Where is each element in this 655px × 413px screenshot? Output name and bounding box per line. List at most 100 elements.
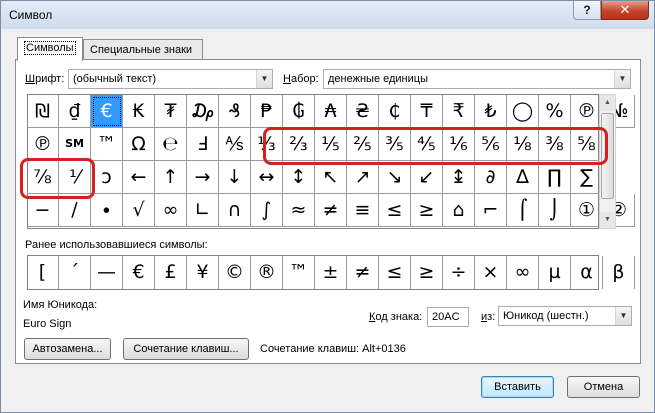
symbol-cell[interactable]: ↑: [155, 161, 187, 194]
symbol-cell[interactable]: ⅙: [443, 128, 475, 161]
symbol-cell[interactable]: ₴: [347, 95, 379, 128]
symbol-cell[interactable]: ∩: [219, 194, 251, 227]
symbol-cell[interactable]: ↗: [347, 161, 379, 194]
recent-symbol-cell[interactable]: ∞: [507, 256, 539, 289]
recent-symbol-cell[interactable]: ÷: [443, 256, 475, 289]
symbol-cell[interactable]: →: [187, 161, 219, 194]
cancel-button[interactable]: Отмена: [567, 376, 640, 398]
symbol-cell[interactable]: ⌐: [475, 194, 507, 227]
symbol-cell[interactable]: ↖: [315, 161, 347, 194]
recent-symbol-cell[interactable]: ©: [219, 256, 251, 289]
symbol-cell[interactable]: ₸: [411, 95, 443, 128]
recent-symbol-cell[interactable]: ×: [475, 256, 507, 289]
recent-symbol-cell[interactable]: ´: [59, 256, 91, 289]
symbol-cell[interactable]: √: [123, 194, 155, 227]
symbol-cell[interactable]: ↕: [283, 161, 315, 194]
symbol-cell[interactable]: %: [539, 95, 571, 128]
tab-special-characters[interactable]: Специальные знаки: [83, 39, 203, 61]
symbol-cell[interactable]: ₳: [315, 95, 347, 128]
symbol-cell[interactable]: ∟: [187, 194, 219, 227]
symbol-cell[interactable]: ⌂: [443, 194, 475, 227]
symbol-cell[interactable]: ≈: [283, 194, 315, 227]
symbol-cell[interactable]: ∫: [251, 194, 283, 227]
close-button[interactable]: ✕: [601, 1, 649, 20]
symbol-cell[interactable]: ™: [91, 128, 123, 161]
symbol-cell[interactable]: ∆: [507, 161, 539, 194]
code-source-select[interactable]: Юникод (шестн.) ▼: [498, 306, 632, 326]
symbol-cell[interactable]: ℗: [27, 128, 59, 161]
symbol-cell[interactable]: ₰: [219, 95, 251, 128]
symbol-cell[interactable]: Ω: [123, 128, 155, 161]
symbol-cell[interactable]: ⌡: [539, 194, 571, 227]
symbol-cell[interactable]: ₹: [443, 95, 475, 128]
recent-symbol-cell[interactable]: ¥: [187, 256, 219, 289]
recent-symbol-cell[interactable]: α: [571, 256, 603, 289]
scrollbar-thumb[interactable]: [601, 113, 614, 199]
symbol-cell[interactable]: ⅞: [27, 161, 59, 194]
symbol-cell[interactable]: ₯: [187, 95, 219, 128]
symbol-cell[interactable]: ↙: [411, 161, 443, 194]
symbol-cell[interactable]: ↘: [379, 161, 411, 194]
help-button[interactable]: ?: [573, 1, 601, 20]
recent-symbol-cell[interactable]: ™: [283, 256, 315, 289]
symbol-cell[interactable]: ↨: [443, 161, 475, 194]
symbol-cell[interactable]: ↔: [251, 161, 283, 194]
symbol-cell[interactable]: ↄ: [91, 161, 123, 194]
symbol-cell[interactable]: ⅛: [507, 128, 539, 161]
symbol-cell[interactable]: ∕: [59, 194, 91, 227]
grid-scrollbar[interactable]: ▲ ▼: [599, 94, 616, 229]
symbol-cell[interactable]: ⅕: [315, 128, 347, 161]
recent-symbol-cell[interactable]: ®: [251, 256, 283, 289]
symbol-cell[interactable]: ₵: [379, 95, 411, 128]
subset-select[interactable]: денежные единицы ▼: [323, 69, 631, 89]
symbol-cell[interactable]: ≡: [347, 194, 379, 227]
recent-symbol-cell[interactable]: ≤: [379, 256, 411, 289]
char-code-input[interactable]: 20AC: [427, 307, 469, 327]
symbol-cell[interactable]: ⅘: [411, 128, 443, 161]
symbol-cell[interactable]: ⅟: [59, 161, 91, 194]
symbol-cell[interactable]: ∞: [155, 194, 187, 227]
recent-symbol-cell[interactable]: —: [91, 256, 123, 289]
font-select[interactable]: (обычный текст) ▼: [68, 69, 273, 89]
recent-symbol-cell[interactable]: [: [27, 256, 59, 289]
recent-symbol-cell[interactable]: ≠: [347, 256, 379, 289]
shortcut-key-button[interactable]: Сочетание клавиш...: [123, 338, 249, 360]
symbol-cell[interactable]: ≤: [379, 194, 411, 227]
recent-symbol-cell[interactable]: £: [155, 256, 187, 289]
recent-symbol-cell[interactable]: €: [123, 256, 155, 289]
symbol-cell[interactable]: ₱: [251, 95, 283, 128]
symbol-cell[interactable]: Ⅎ: [187, 128, 219, 161]
symbol-cell[interactable]: ₫: [59, 95, 91, 128]
symbol-cell[interactable]: ₲: [283, 95, 315, 128]
insert-button[interactable]: Вставить: [481, 376, 554, 398]
symbol-cell[interactable]: ℮: [155, 128, 187, 161]
autocorrect-button[interactable]: Автозамена...: [24, 338, 111, 360]
scroll-up-icon[interactable]: ▲: [600, 95, 615, 111]
symbol-cell[interactable]: ↓: [219, 161, 251, 194]
recent-symbol-cell[interactable]: ≥: [411, 256, 443, 289]
symbol-cell[interactable]: ⅗: [379, 128, 411, 161]
symbol-cell[interactable]: ⌠: [507, 194, 539, 227]
symbol-cell[interactable]: ⅜: [539, 128, 571, 161]
symbol-cell[interactable]: €: [91, 95, 123, 128]
symbol-cell[interactable]: ₭: [123, 95, 155, 128]
symbol-cell[interactable]: ∏: [539, 161, 571, 194]
symbol-cell[interactable]: ∂: [475, 161, 507, 194]
symbol-cell[interactable]: ⅖: [347, 128, 379, 161]
recent-symbol-cell[interactable]: β: [603, 256, 635, 289]
symbol-cell[interactable]: ≠: [315, 194, 347, 227]
symbol-cell[interactable]: ≥: [411, 194, 443, 227]
scroll-down-icon[interactable]: ▼: [600, 212, 615, 228]
symbol-cell[interactable]: ₪: [27, 95, 59, 128]
symbol-cell[interactable]: ⅍: [219, 128, 251, 161]
recent-symbol-cell[interactable]: µ: [539, 256, 571, 289]
symbol-cell[interactable]: ∙: [91, 194, 123, 227]
symbol-cell[interactable]: ←: [123, 161, 155, 194]
symbol-cell[interactable]: ⅓: [251, 128, 283, 161]
symbol-cell[interactable]: −: [27, 194, 59, 227]
symbol-cell[interactable]: ⅔: [283, 128, 315, 161]
symbol-cell[interactable]: ₮: [155, 95, 187, 128]
recent-symbol-cell[interactable]: ±: [315, 256, 347, 289]
symbol-cell[interactable]: ₺: [475, 95, 507, 128]
tab-symbols[interactable]: Символы: [17, 37, 83, 61]
